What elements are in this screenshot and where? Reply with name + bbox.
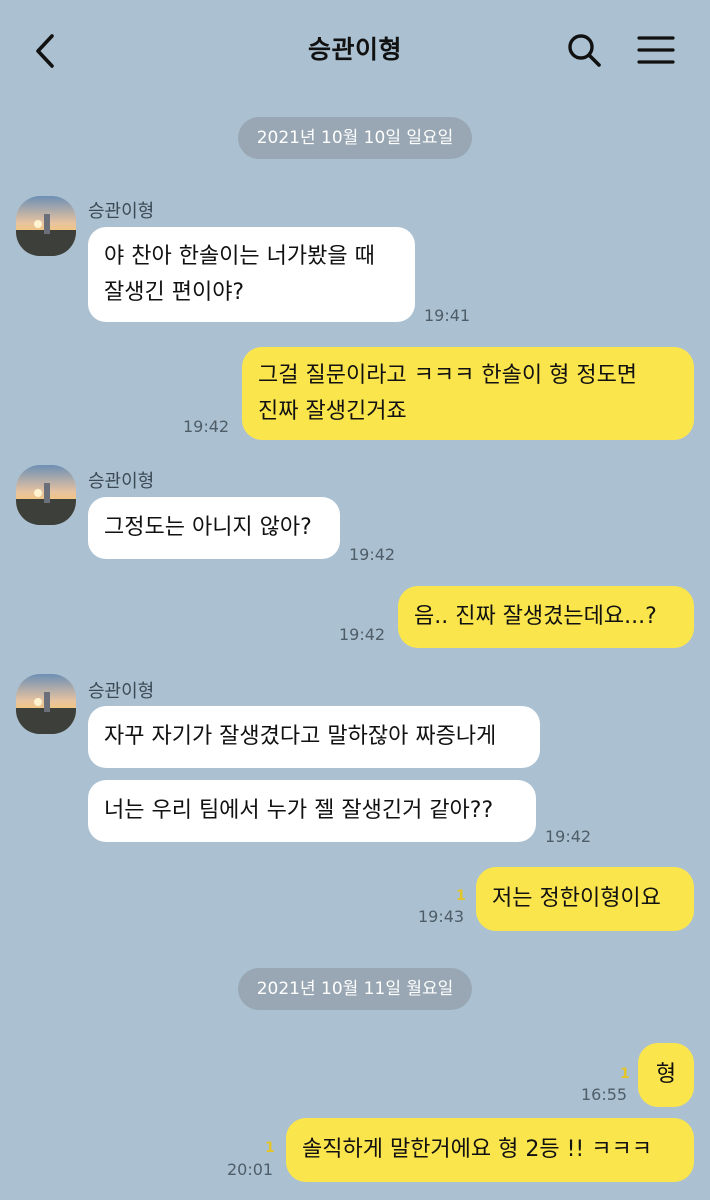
chat-header: 승관이형 xyxy=(0,0,710,100)
message-bubble-outgoing[interactable]: 형 xyxy=(638,1043,694,1107)
message-time: 19:42 xyxy=(349,545,396,564)
avatar[interactable] xyxy=(16,465,76,525)
message-text: 음.. 진짜 잘생겼는데요...? xyxy=(414,604,657,629)
message-text: 형 xyxy=(655,1062,677,1087)
message-bubble-outgoing[interactable]: 저는 정한이형이요 xyxy=(476,867,694,931)
search-icon xyxy=(568,34,601,67)
message-bubble-incoming[interactable]: 야 찬아 한솔이는 너가봤을 때 잘생긴 편이야? xyxy=(88,227,415,322)
message-text: 야 찬아 한솔이는 너가봤을 때 잘생긴 편이야? xyxy=(104,243,375,305)
hamburger-menu-icon xyxy=(637,36,675,64)
message-time: 19:42 xyxy=(183,417,230,436)
message-time: 20:01 xyxy=(227,1160,274,1179)
avatar[interactable] xyxy=(16,196,76,256)
message-text: 자꾸 자기가 잘생겼다고 말하잖아 짜증나게 xyxy=(104,724,497,749)
message-bubble-incoming[interactable]: 너는 우리 팀에서 누가 젤 잘생긴거 같아?? xyxy=(88,780,536,842)
avatar[interactable] xyxy=(16,674,76,734)
date-separator: 2021년 10월 10일 일요일 xyxy=(238,117,472,159)
message-text: 솔직하게 말한거에요 형 2등 !! ㅋㅋㅋ xyxy=(302,1137,652,1162)
message-text: 저는 정한이형이요 xyxy=(492,886,661,911)
message-time: 19:41 xyxy=(424,306,471,325)
message-time: 19:43 xyxy=(418,907,465,926)
unread-count: 1 xyxy=(265,1140,275,1156)
message-time: 16:55 xyxy=(581,1085,628,1104)
message-bubble-outgoing[interactable]: 솔직하게 말한거에요 형 2등 !! ㅋㅋㅋ xyxy=(286,1118,694,1182)
message-bubble-incoming[interactable]: 그정도는 아니지 않아? xyxy=(88,497,340,559)
message-text: 그걸 질문이라고 ㅋㅋㅋ 한솔이 형 정도면 진짜 잘생긴거죠 xyxy=(258,362,638,424)
unread-count: 1 xyxy=(620,1066,630,1082)
menu-button[interactable] xyxy=(636,34,676,66)
search-button[interactable] xyxy=(566,32,604,70)
message-text: 그정도는 아니지 않아? xyxy=(104,515,312,540)
message-time: 19:42 xyxy=(339,625,386,644)
message-bubble-incoming[interactable]: 자꾸 자기가 잘생겼다고 말하잖아 짜증나게 xyxy=(88,706,540,768)
sender-name: 승관이형 xyxy=(88,681,155,702)
sender-name: 승관이형 xyxy=(88,201,155,222)
unread-count: 1 xyxy=(456,888,466,904)
message-bubble-outgoing[interactable]: 그걸 질문이라고 ㅋㅋㅋ 한솔이 형 정도면 진짜 잘생긴거죠 xyxy=(242,347,694,440)
date-separator: 2021년 10월 11일 월요일 xyxy=(238,968,472,1010)
sender-name: 승관이형 xyxy=(88,471,155,492)
message-bubble-outgoing[interactable]: 음.. 진짜 잘생겼는데요...? xyxy=(398,586,694,648)
message-text: 너는 우리 팀에서 누가 젤 잘생긴거 같아?? xyxy=(104,798,494,823)
message-time: 19:42 xyxy=(545,827,592,846)
